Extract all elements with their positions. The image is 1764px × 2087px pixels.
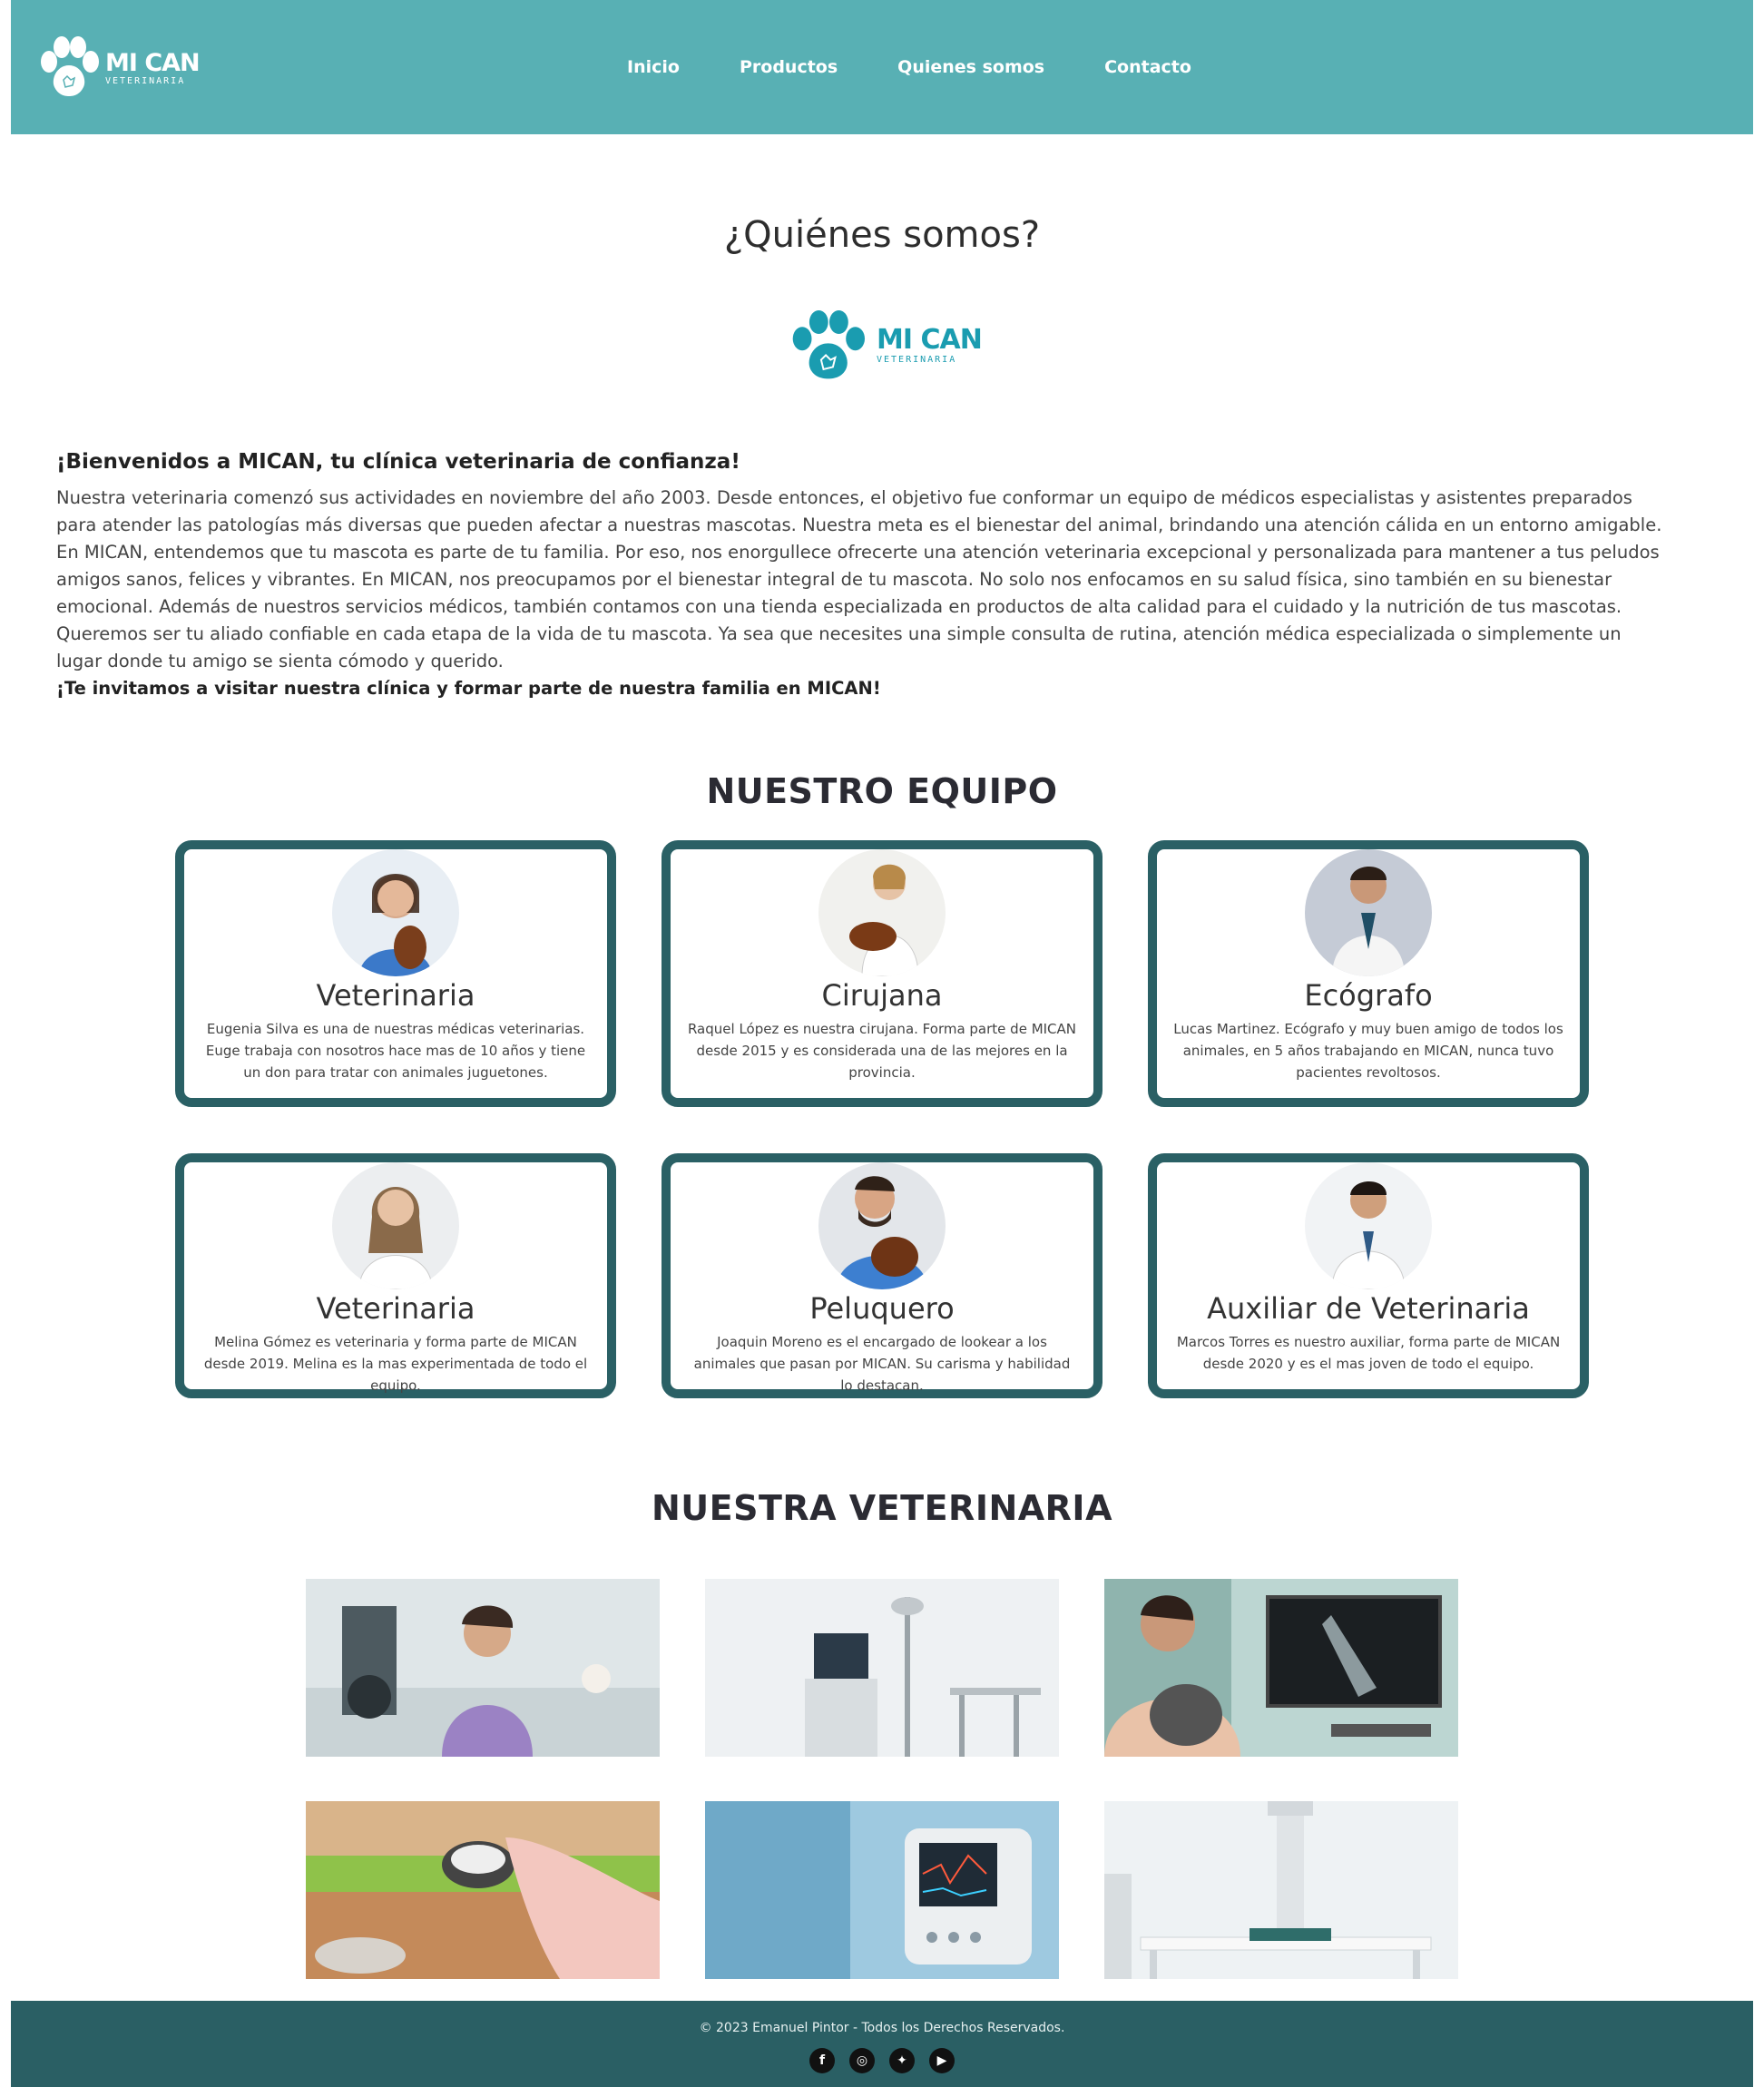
youtube-icon[interactable]: ▶ — [929, 2048, 955, 2073]
nav-productos[interactable]: Productos — [740, 57, 838, 77]
twitter-icon[interactable]: ✦ — [889, 2048, 915, 2073]
main-nav: Inicio Productos Quienes somos Contacto — [11, 0, 1753, 134]
social-links: f ◎ ✦ ▶ — [11, 2048, 1753, 2073]
gallery-image-equipment — [705, 1579, 1059, 1757]
team-photo — [818, 849, 946, 976]
facebook-icon[interactable]: f — [809, 2048, 835, 2073]
nav-quienes-somos[interactable]: Quienes somos — [897, 57, 1044, 77]
gallery-image-lab — [306, 1579, 660, 1757]
team-card: Ecógrafo Lucas Martinez. Ecógrafo y muy … — [1148, 840, 1589, 1107]
team-role: Veterinaria — [316, 1291, 475, 1326]
team-desc: Lucas Martinez. Ecógrafo y muy buen amig… — [1173, 1021, 1563, 1081]
center-logo: MI CAN VETERINARIA — [786, 310, 983, 381]
site-footer: © 2023 Emanuel Pintor - Todos los Derech… — [11, 2001, 1753, 2087]
team-photo — [1305, 849, 1432, 976]
instagram-icon[interactable]: ◎ — [849, 2048, 875, 2073]
team-role: Peluquero — [809, 1291, 955, 1326]
team-desc: Raquel López es nuestra cirujana. Forma … — [687, 1021, 1077, 1081]
team-desc: Melina Gómez es veterinaria y forma part… — [203, 1334, 588, 1394]
center-logo-sub: VETERINARIA — [877, 355, 957, 365]
center-logo-main: MI CAN — [877, 324, 983, 356]
nav-contacto[interactable]: Contacto — [1104, 57, 1191, 77]
intro-section: ¡Bienvenidos a MICAN, tu clínica veterin… — [56, 450, 1671, 702]
team-role: Cirujana — [821, 978, 943, 1013]
site-header: MI CAN VETERINARIA Inicio Productos Quie… — [11, 0, 1753, 134]
team-card: Veterinaria Eugenia Silva es una de nues… — [175, 840, 616, 1107]
team-photo — [332, 1162, 459, 1289]
footer-copyright: © 2023 Emanuel Pintor - Todos los Derech… — [699, 2021, 1065, 2035]
intro-heading: ¡Bienvenidos a MICAN, tu clínica veterin… — [56, 450, 740, 474]
page-title: ¿Quiénes somos? — [723, 214, 1041, 256]
gallery-image-monitor — [705, 1801, 1059, 1979]
intro-cta: ¡Te invitamos a visitar nuestra clínica … — [56, 678, 881, 699]
team-photo — [1305, 1162, 1432, 1289]
gallery-image-room — [1104, 1801, 1458, 1979]
team-photo — [818, 1162, 946, 1289]
team-card: Peluquero Joaquin Moreno es el encargado… — [662, 1153, 1102, 1398]
team-role: Veterinaria — [316, 978, 475, 1013]
team-section-title: NUESTRO EQUIPO — [706, 771, 1058, 811]
gallery-section-title: NUESTRA VETERINARIA — [652, 1488, 1112, 1528]
gallery-image-xray — [1104, 1579, 1458, 1757]
team-card: Auxiliar de Veterinaria Marcos Torres es… — [1148, 1153, 1589, 1398]
intro-body: Nuestra veterinaria comenzó sus activida… — [56, 487, 1662, 671]
gallery-image-shop — [306, 1801, 660, 1979]
team-desc: Marcos Torres es nuestro auxiliar, forma… — [1176, 1334, 1561, 1372]
team-role: Ecógrafo — [1304, 978, 1433, 1013]
team-card: Cirujana Raquel López es nuestra cirujan… — [662, 840, 1102, 1107]
team-desc: Joaquin Moreno es el encargado de lookea… — [693, 1334, 1071, 1394]
team-desc: Eugenia Silva es una de nuestras médicas… — [205, 1021, 586, 1081]
team-role: Auxiliar de Veterinaria — [1207, 1291, 1530, 1326]
team-photo — [332, 849, 459, 976]
paw-logo-icon — [792, 310, 865, 379]
team-card: Veterinaria Melina Gómez es veterinaria … — [175, 1153, 616, 1398]
nav-inicio[interactable]: Inicio — [627, 57, 680, 77]
